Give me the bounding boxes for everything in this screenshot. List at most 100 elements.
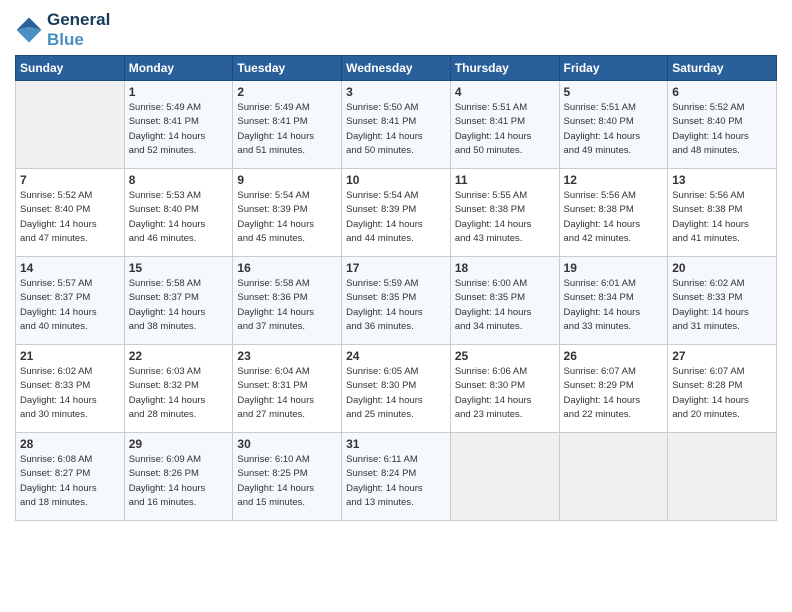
day-info: Sunrise: 5:51 AM Sunset: 8:40 PM Dayligh… (564, 101, 664, 158)
day-info: Sunrise: 5:57 AM Sunset: 8:37 PM Dayligh… (20, 277, 120, 334)
calendar-cell: 23Sunrise: 6:04 AM Sunset: 8:31 PM Dayli… (233, 345, 342, 433)
calendar-cell: 2 Sunrise: 5:49 AM Sunset: 8:41 PM Daylig… (233, 81, 342, 169)
day-number: 14 (20, 261, 120, 275)
day-info: Sunrise: 5:55 AM Sunset: 8:38 PM Dayligh… (455, 189, 555, 246)
day-number: 10 (346, 173, 446, 187)
day-info: Sunrise: 5:49 AM Sunset: 8:41 PM Dayligh… (129, 101, 229, 158)
day-number: 20 (672, 261, 772, 275)
day-number: 31 (346, 437, 446, 451)
calendar-cell: 4 Sunrise: 5:51 AM Sunset: 8:41 PM Daylig… (450, 81, 559, 169)
calendar-cell: 24 Sunrise: 6:05 AM Sunset: 8:30 PM Dayli… (342, 345, 451, 433)
calendar-cell: 26 Sunrise: 6:07 AM Sunset: 8:29 PM Dayli… (559, 345, 668, 433)
day-info: Sunrise: 6:01 AM Sunset: 8:34 PM Dayligh… (564, 277, 664, 334)
calendar-cell: 3 Sunrise: 5:50 AM Sunset: 8:41 PM Daylig… (342, 81, 451, 169)
day-number: 25 (455, 349, 555, 363)
day-info: Sunrise: 5:49 AM Sunset: 8:41 PM Dayligh… (237, 101, 337, 158)
day-info: Sunrise: 5:56 AM Sunset: 8:38 PM Dayligh… (564, 189, 664, 246)
day-info: Sunrise: 6:08 AM Sunset: 8:27 PM Dayligh… (20, 453, 120, 510)
weekday-header-monday: Monday (124, 56, 233, 81)
day-number: 3 (346, 85, 446, 99)
calendar-cell (450, 433, 559, 521)
day-info: Sunrise: 6:07 AM Sunset: 8:29 PM Dayligh… (564, 365, 664, 422)
week-row-2: 7Sunrise: 5:52 AM Sunset: 8:40 PM Daylig… (16, 169, 777, 257)
calendar-cell: 7Sunrise: 5:52 AM Sunset: 8:40 PM Daylig… (16, 169, 125, 257)
calendar-cell: 27Sunrise: 6:07 AM Sunset: 8:28 PM Dayli… (668, 345, 777, 433)
day-number: 29 (129, 437, 229, 451)
day-info: Sunrise: 5:54 AM Sunset: 8:39 PM Dayligh… (346, 189, 446, 246)
day-number: 7 (20, 173, 120, 187)
calendar-page: General Blue SundayMondayTuesdayWednesda… (0, 0, 792, 612)
day-info: Sunrise: 5:53 AM Sunset: 8:40 PM Dayligh… (129, 189, 229, 246)
day-number: 13 (672, 173, 772, 187)
day-info: Sunrise: 5:51 AM Sunset: 8:41 PM Dayligh… (455, 101, 555, 158)
weekday-header-tuesday: Tuesday (233, 56, 342, 81)
calendar-table: SundayMondayTuesdayWednesdayThursdayFrid… (15, 55, 777, 521)
day-number: 24 (346, 349, 446, 363)
day-number: 6 (672, 85, 772, 99)
day-number: 18 (455, 261, 555, 275)
calendar-cell: 1 Sunrise: 5:49 AM Sunset: 8:41 PM Daylig… (124, 81, 233, 169)
week-row-4: 21Sunrise: 6:02 AM Sunset: 8:33 PM Dayli… (16, 345, 777, 433)
day-number: 9 (237, 173, 337, 187)
logo-icon (15, 16, 43, 44)
day-number: 15 (129, 261, 229, 275)
calendar-cell (16, 81, 125, 169)
day-info: Sunrise: 6:02 AM Sunset: 8:33 PM Dayligh… (672, 277, 772, 334)
calendar-cell: 8Sunrise: 5:53 AM Sunset: 8:40 PM Daylig… (124, 169, 233, 257)
day-number: 4 (455, 85, 555, 99)
day-info: Sunrise: 5:54 AM Sunset: 8:39 PM Dayligh… (237, 189, 337, 246)
calendar-cell: 22Sunrise: 6:03 AM Sunset: 8:32 PM Dayli… (124, 345, 233, 433)
calendar-cell: 30 Sunrise: 6:10 AM Sunset: 8:25 PM Dayli… (233, 433, 342, 521)
day-info: Sunrise: 6:00 AM Sunset: 8:35 PM Dayligh… (455, 277, 555, 334)
calendar-cell: 11 Sunrise: 5:55 AM Sunset: 8:38 PM Dayli… (450, 169, 559, 257)
day-info: Sunrise: 6:06 AM Sunset: 8:30 PM Dayligh… (455, 365, 555, 422)
day-info: Sunrise: 5:56 AM Sunset: 8:38 PM Dayligh… (672, 189, 772, 246)
day-number: 17 (346, 261, 446, 275)
calendar-cell: 12 Sunrise: 5:56 AM Sunset: 8:38 PM Dayli… (559, 169, 668, 257)
weekday-header-sunday: Sunday (16, 56, 125, 81)
calendar-cell (559, 433, 668, 521)
calendar-cell: 20 Sunrise: 6:02 AM Sunset: 8:33 PM Dayli… (668, 257, 777, 345)
weekday-header-saturday: Saturday (668, 56, 777, 81)
calendar-cell: 31 Sunrise: 6:11 AM Sunset: 8:24 PM Dayli… (342, 433, 451, 521)
calendar-cell: 9 Sunrise: 5:54 AM Sunset: 8:39 PM Daylig… (233, 169, 342, 257)
calendar-cell: 14 Sunrise: 5:57 AM Sunset: 8:37 PM Dayli… (16, 257, 125, 345)
calendar-cell: 28 Sunrise: 6:08 AM Sunset: 8:27 PM Dayli… (16, 433, 125, 521)
day-number: 27 (672, 349, 772, 363)
calendar-cell: 10 Sunrise: 5:54 AM Sunset: 8:39 PM Dayli… (342, 169, 451, 257)
day-info: Sunrise: 6:02 AM Sunset: 8:33 PM Dayligh… (20, 365, 120, 422)
day-number: 19 (564, 261, 664, 275)
day-info: Sunrise: 6:05 AM Sunset: 8:30 PM Dayligh… (346, 365, 446, 422)
day-info: Sunrise: 6:09 AM Sunset: 8:26 PM Dayligh… (129, 453, 229, 510)
day-number: 26 (564, 349, 664, 363)
calendar-cell: 15 Sunrise: 5:58 AM Sunset: 8:37 PM Dayli… (124, 257, 233, 345)
week-row-1: 1 Sunrise: 5:49 AM Sunset: 8:41 PM Daylig… (16, 81, 777, 169)
day-number: 12 (564, 173, 664, 187)
header: General Blue (15, 10, 777, 49)
calendar-cell: 29 Sunrise: 6:09 AM Sunset: 8:26 PM Dayli… (124, 433, 233, 521)
day-number: 28 (20, 437, 120, 451)
logo-text: General Blue (47, 10, 110, 49)
day-info: Sunrise: 6:11 AM Sunset: 8:24 PM Dayligh… (346, 453, 446, 510)
calendar-cell: 17Sunrise: 5:59 AM Sunset: 8:35 PM Dayli… (342, 257, 451, 345)
day-number: 2 (237, 85, 337, 99)
day-info: Sunrise: 5:50 AM Sunset: 8:41 PM Dayligh… (346, 101, 446, 158)
day-info: Sunrise: 5:58 AM Sunset: 8:37 PM Dayligh… (129, 277, 229, 334)
logo: General Blue (15, 10, 110, 49)
day-number: 11 (455, 173, 555, 187)
calendar-cell: 19 Sunrise: 6:01 AM Sunset: 8:34 PM Dayli… (559, 257, 668, 345)
calendar-cell: 25 Sunrise: 6:06 AM Sunset: 8:30 PM Dayli… (450, 345, 559, 433)
calendar-cell (668, 433, 777, 521)
day-number: 30 (237, 437, 337, 451)
day-number: 16 (237, 261, 337, 275)
calendar-cell: 6Sunrise: 5:52 AM Sunset: 8:40 PM Daylig… (668, 81, 777, 169)
calendar-cell: 18 Sunrise: 6:00 AM Sunset: 8:35 PM Dayli… (450, 257, 559, 345)
day-info: Sunrise: 6:04 AM Sunset: 8:31 PM Dayligh… (237, 365, 337, 422)
weekday-header-friday: Friday (559, 56, 668, 81)
day-info: Sunrise: 6:03 AM Sunset: 8:32 PM Dayligh… (129, 365, 229, 422)
calendar-cell: 16Sunrise: 5:58 AM Sunset: 8:36 PM Dayli… (233, 257, 342, 345)
day-number: 1 (129, 85, 229, 99)
day-info: Sunrise: 6:10 AM Sunset: 8:25 PM Dayligh… (237, 453, 337, 510)
week-row-3: 14 Sunrise: 5:57 AM Sunset: 8:37 PM Dayli… (16, 257, 777, 345)
weekday-header-thursday: Thursday (450, 56, 559, 81)
